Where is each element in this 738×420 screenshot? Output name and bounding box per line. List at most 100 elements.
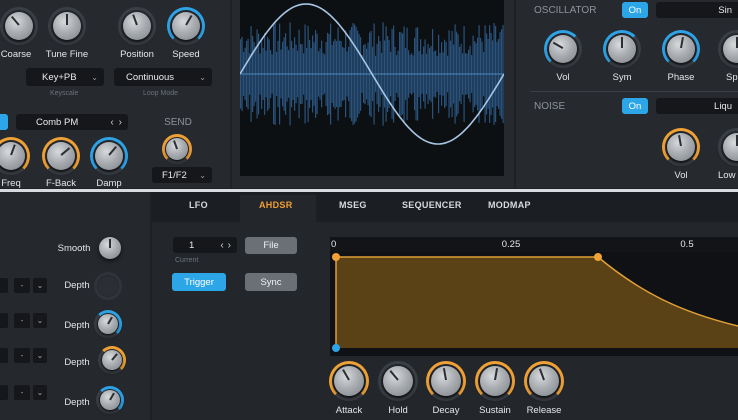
hold-label: Hold	[388, 405, 408, 416]
oscillator-waveform-dropdown[interactable]: Sin	[656, 2, 738, 18]
chevron-left-icon[interactable]: ‹	[110, 117, 113, 128]
depth-knob[interactable]	[98, 276, 118, 296]
tune-fine-knob[interactable]	[53, 12, 81, 40]
chevron-right-icon[interactable]: ›	[228, 240, 231, 251]
keyscale-dropdown[interactable]: Key+PB ⌄	[26, 68, 104, 86]
loop-mode-caption: Loop Mode	[143, 90, 179, 97]
loop-mode-value: Continuous	[126, 71, 175, 83]
tune-fine-label: Tune Fine	[45, 49, 89, 60]
current-value: 1	[189, 239, 195, 251]
damp-knob[interactable]	[95, 142, 123, 170]
tab-mseg[interactable]: MSEG	[339, 200, 367, 210]
mod-source-dropdown[interactable]	[0, 313, 8, 328]
mod-dash-dropdown[interactable]: -	[14, 278, 30, 293]
oscillator-on-button[interactable]: On	[622, 2, 648, 18]
send-knob[interactable]	[166, 138, 188, 160]
waveform-display	[240, 0, 504, 176]
trigger-button[interactable]: Trigger	[172, 273, 226, 291]
mod-chevron-dropdown[interactable]: ⌄	[33, 313, 47, 328]
osc-phase-knob[interactable]	[667, 35, 695, 63]
tab-sequencer[interactable]: SEQUENCER	[402, 200, 462, 210]
mod-chevron-dropdown[interactable]: ⌄	[33, 278, 47, 293]
filter-type-dropdown[interactable]: Comb PM ‹ ›	[16, 114, 128, 130]
mod-source-dropdown[interactable]	[0, 385, 8, 400]
coarse-label: Coarse	[0, 49, 32, 60]
osc-sym-label: Sym	[612, 72, 632, 83]
keyscale-caption: Keyscale	[50, 90, 79, 97]
mod-dash: -	[20, 388, 24, 397]
sustain-knob[interactable]	[480, 366, 510, 396]
mod-dash-dropdown[interactable]: -	[14, 385, 30, 400]
osc-sym-knob[interactable]	[608, 35, 636, 63]
chevron-down-icon: ⌄	[199, 72, 206, 82]
chevron-down-icon: ⌄	[199, 170, 206, 180]
noise-type-dropdown[interactable]: Liqu	[656, 98, 738, 114]
smooth-label: Smooth	[57, 243, 91, 254]
attack-knob[interactable]	[334, 366, 364, 396]
chevron-down-icon: ⌄	[36, 316, 44, 325]
mod-chevron-dropdown[interactable]: ⌄	[33, 348, 47, 363]
chevron-right-icon[interactable]: ›	[119, 117, 122, 128]
osc-vol-label: Vol	[556, 72, 570, 83]
depth-knob[interactable]	[102, 350, 122, 370]
sustain-label: Sustain	[479, 405, 511, 416]
current-selector[interactable]: 1 ‹ ›	[173, 237, 237, 253]
osc-vol-knob[interactable]	[549, 35, 577, 63]
filter-on-button[interactable]: On	[0, 114, 8, 130]
oscillator-title: OSCILLATOR	[534, 5, 597, 16]
envelope-point-hold	[594, 253, 602, 261]
depth-knob[interactable]	[98, 314, 118, 334]
noise-on-label: On	[628, 100, 642, 112]
chevron-down-icon: ⌄	[36, 351, 44, 360]
send-value: F1/F2	[162, 169, 187, 181]
depth-label: Depth	[64, 280, 90, 291]
depth-knob[interactable]	[100, 390, 120, 410]
position-knob[interactable]	[123, 12, 151, 40]
sync-label: Sync	[260, 276, 282, 288]
keyscale-value: Key+PB	[42, 71, 77, 83]
smooth-knob[interactable]	[99, 237, 121, 259]
feedback-knob[interactable]	[47, 142, 75, 170]
depth-label: Depth	[64, 320, 90, 331]
feedback-label: F-Back	[45, 178, 77, 189]
oscillator-on-label: On	[628, 4, 642, 16]
sync-button[interactable]: Sync	[245, 273, 297, 291]
send-dropdown[interactable]: F1/F2 ⌄	[152, 167, 212, 183]
divider	[530, 91, 738, 92]
mod-dash-dropdown[interactable]: -	[14, 313, 30, 328]
mod-dash: -	[20, 281, 24, 290]
release-knob[interactable]	[529, 366, 559, 396]
chevron-left-icon[interactable]: ‹	[220, 240, 223, 251]
tab-modmap[interactable]: MODMAP	[488, 200, 531, 210]
mod-source-dropdown[interactable]	[0, 278, 8, 293]
noise-vol-knob[interactable]	[667, 133, 695, 161]
hold-knob[interactable]	[383, 366, 413, 396]
loop-mode-dropdown[interactable]: Continuous ⌄	[114, 68, 212, 86]
depth-label: Depth	[64, 397, 90, 408]
chevron-down-icon: ⌄	[91, 72, 98, 82]
envelope-point-start	[332, 344, 340, 352]
osc-phase-label: Phase	[667, 72, 695, 83]
decay-knob[interactable]	[431, 366, 461, 396]
mod-dash-dropdown[interactable]: -	[14, 348, 30, 363]
depth-label: Depth	[64, 357, 90, 368]
chevron-down-icon: ⌄	[36, 281, 44, 290]
speed-knob[interactable]	[172, 12, 200, 40]
send-title: SEND	[164, 117, 192, 128]
ruler-tick-0: 0	[331, 239, 337, 250]
mod-dash: -	[20, 351, 24, 360]
chevron-down-icon: ⌄	[36, 388, 44, 397]
attack-label: Attack	[335, 405, 363, 416]
noise-on-button[interactable]: On	[622, 98, 648, 114]
mod-dash: -	[20, 316, 24, 325]
noise-type-value: Liqu	[714, 100, 732, 112]
coarse-knob[interactable]	[5, 12, 33, 40]
mod-chevron-dropdown[interactable]: ⌄	[33, 385, 47, 400]
file-button[interactable]: File	[245, 237, 297, 254]
tab-ahdsr[interactable]: AHDSR	[259, 200, 293, 210]
osc-sp-label: Sp	[726, 72, 738, 83]
envelope-graph[interactable]	[330, 252, 738, 356]
mod-source-dropdown[interactable]	[0, 348, 8, 363]
tab-lfo[interactable]: LFO	[189, 200, 208, 210]
freq-label: Freq	[1, 178, 21, 189]
